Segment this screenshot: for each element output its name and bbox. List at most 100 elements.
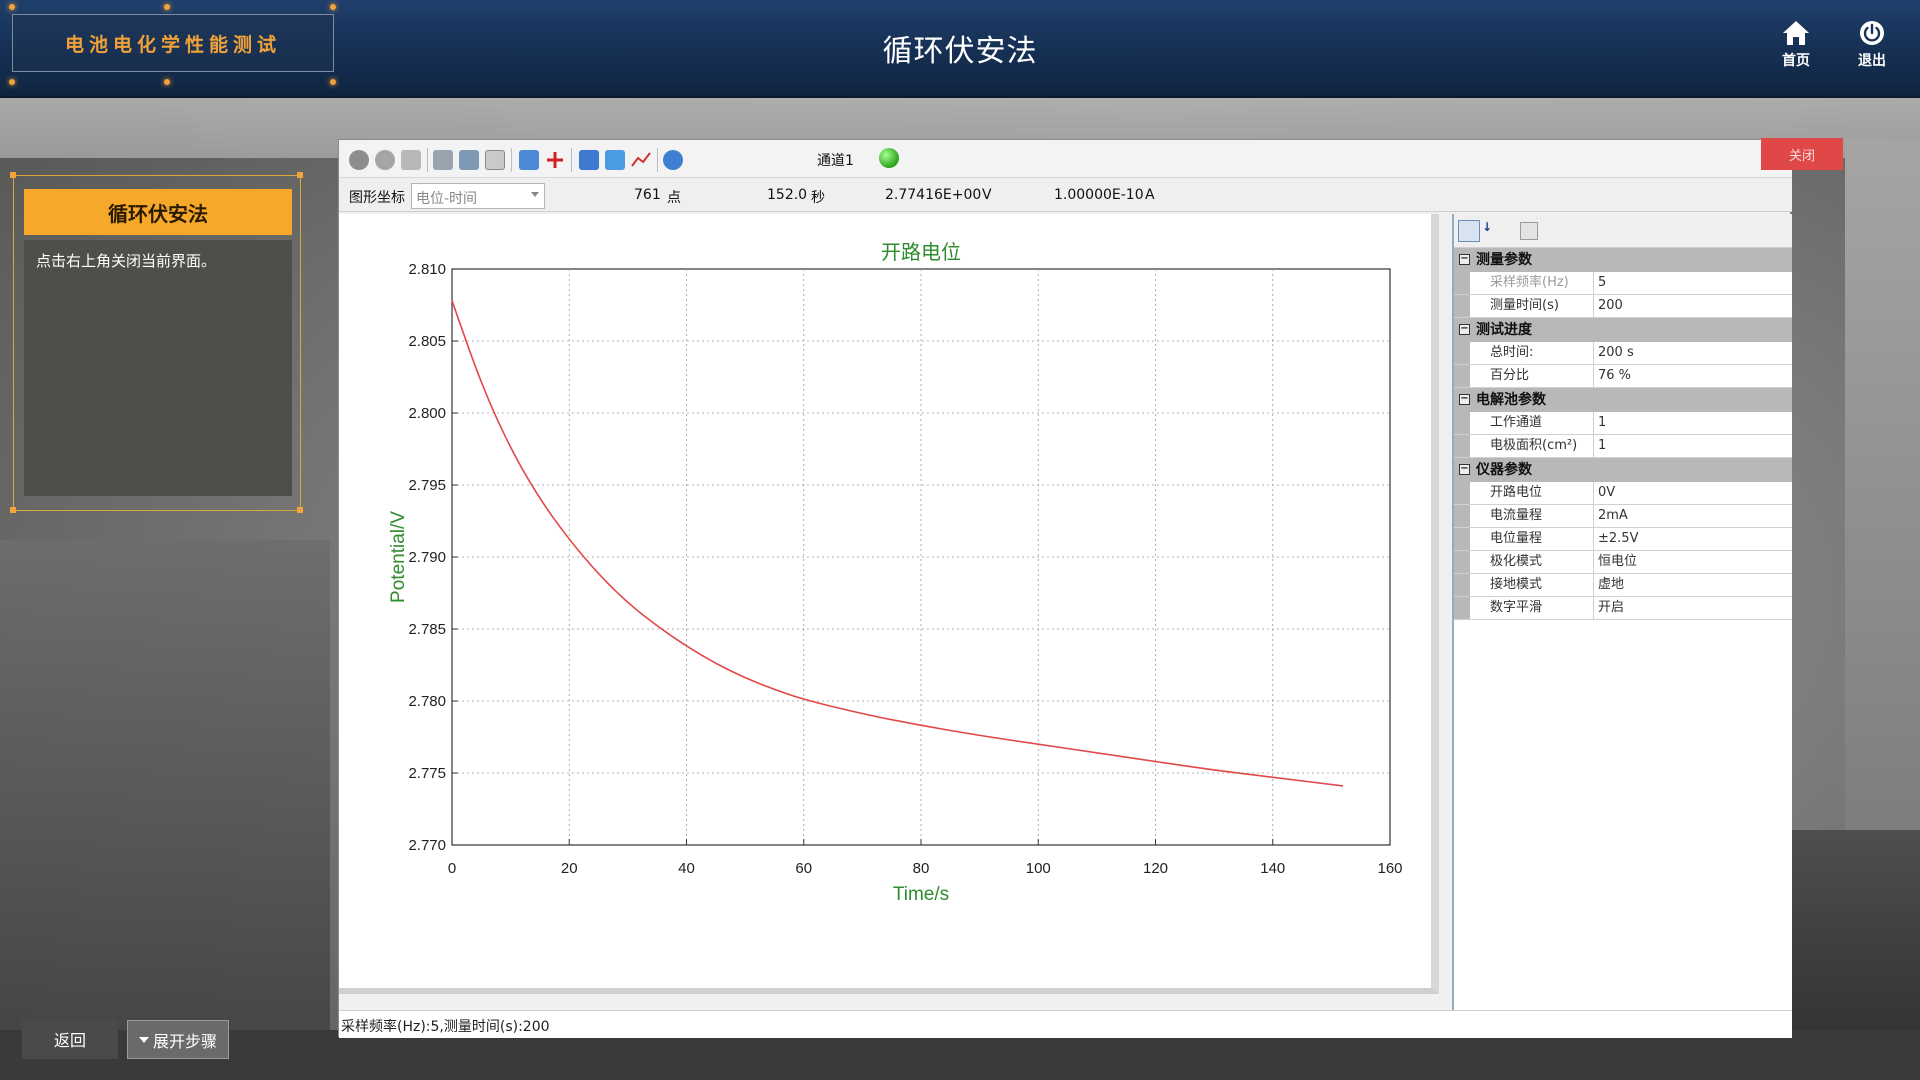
- property-category[interactable]: − 电解池参数: [1454, 388, 1792, 412]
- property-row[interactable]: 接地模式 虚地: [1454, 574, 1792, 597]
- collapse-icon[interactable]: −: [1459, 394, 1470, 405]
- top-header: 电池电化学性能测试 循环伏安法 首页 退出: [0, 0, 1920, 98]
- property-row[interactable]: 百分比 76 %: [1454, 365, 1792, 388]
- voltage-value: 2.77416E+00: [885, 187, 982, 203]
- crosshair-icon[interactable]: [545, 150, 565, 170]
- panel-corner-dot: [10, 507, 16, 513]
- voltage-unit: V: [982, 187, 992, 203]
- property-category[interactable]: − 仪器参数: [1454, 458, 1792, 482]
- property-value[interactable]: 虚地: [1594, 574, 1792, 596]
- property-value[interactable]: 200 s: [1594, 342, 1792, 364]
- home-icon: [1783, 21, 1809, 45]
- grid-icon[interactable]: [579, 150, 599, 170]
- collapse-icon[interactable]: −: [1459, 464, 1470, 475]
- property-key: 工作通道: [1454, 412, 1594, 434]
- panel-corner-dot: [297, 507, 303, 513]
- toolbar-separator: [511, 148, 512, 172]
- property-toolbar: ↓: [1454, 214, 1792, 248]
- property-row[interactable]: 电位量程 ±2.5V: [1454, 528, 1792, 551]
- property-category-label: 测试进度: [1476, 322, 1532, 338]
- property-pages-icon[interactable]: [1520, 222, 1538, 240]
- stop-icon[interactable]: [349, 150, 369, 170]
- property-value[interactable]: 2mA: [1594, 505, 1792, 527]
- property-row[interactable]: 开路电位 0V: [1454, 482, 1792, 505]
- x-tick-label: 60: [795, 860, 812, 877]
- property-row[interactable]: 测量时间(s) 200: [1454, 295, 1792, 318]
- x-tick-label: 40: [678, 860, 695, 877]
- caret-down-icon: [138, 1036, 149, 1043]
- home-button[interactable]: 首页: [1766, 20, 1826, 70]
- property-key: 电极面积(cm²): [1454, 435, 1594, 457]
- property-row[interactable]: 总时间: 200 s: [1454, 342, 1792, 365]
- logo-corner-dot: [164, 4, 170, 10]
- sort-az-icon[interactable]: ↓: [1482, 220, 1502, 242]
- coord-mode-value: 电位-时间: [416, 191, 478, 207]
- chevron-down-icon: [531, 192, 539, 197]
- y-tick-label: 2.805: [408, 333, 446, 350]
- panel-corner-dot: [10, 172, 16, 178]
- electrochem-window: 通道1 关闭 图形坐标 电位-时间 761 点 152.0 秒 2.77416E…: [338, 138, 1843, 1038]
- property-row[interactable]: 数字平滑 开启: [1454, 597, 1792, 620]
- property-row[interactable]: 采样频率(Hz) 5: [1454, 272, 1792, 295]
- line-chart-icon[interactable]: [631, 150, 651, 170]
- collapse-icon[interactable]: −: [1459, 324, 1470, 335]
- close-button[interactable]: 关闭: [1761, 138, 1843, 170]
- chart-title: 开路电位: [881, 240, 961, 264]
- pause-icon[interactable]: [375, 150, 395, 170]
- x-axis-label: Time/s: [893, 884, 949, 905]
- property-value[interactable]: 200: [1594, 295, 1792, 317]
- property-value[interactable]: 开启: [1594, 597, 1792, 619]
- property-category[interactable]: − 测试进度: [1454, 318, 1792, 342]
- y-tick-label: 2.780: [408, 693, 446, 710]
- property-value[interactable]: 恒电位: [1594, 551, 1792, 573]
- property-value[interactable]: 1: [1594, 412, 1792, 434]
- step-panel: 循环伏安法 点击右上角关闭当前界面。: [13, 175, 301, 511]
- toolbar-separator: [571, 148, 572, 172]
- collapse-icon[interactable]: −: [1459, 254, 1470, 265]
- property-key: 开路电位: [1454, 482, 1594, 504]
- x-tick-label: 0: [448, 860, 456, 877]
- property-panel: ↓ − 测量参数 采样频率(Hz) 5 测量时间(s) 200− 测试进度 总时间: 200 s…: [1452, 214, 1792, 1010]
- expand-steps-label: 展开步骤: [152, 1033, 217, 1051]
- help-icon[interactable]: [663, 150, 683, 170]
- property-row[interactable]: 极化模式 恒电位: [1454, 551, 1792, 574]
- property-value[interactable]: ±2.5V: [1594, 528, 1792, 550]
- property-value[interactable]: 1: [1594, 435, 1792, 457]
- panel-corner-dot: [297, 172, 303, 178]
- current-value: 1.00000E-10: [1054, 187, 1144, 203]
- edit-icon[interactable]: [401, 150, 421, 170]
- status-indicator-icon: [879, 148, 899, 168]
- logo-corner-dot: [330, 79, 336, 85]
- property-category-label: 仪器参数: [1476, 462, 1532, 478]
- step-title: 循环伏安法: [24, 189, 292, 235]
- logo-corner-dot: [164, 79, 170, 85]
- categorized-icon[interactable]: [1458, 220, 1480, 242]
- copy-icon[interactable]: [485, 150, 505, 170]
- expand-steps-button[interactable]: 展开步骤: [127, 1020, 229, 1059]
- power-icon: [1860, 21, 1884, 45]
- property-row[interactable]: 电流量程 2mA: [1454, 505, 1792, 528]
- property-category-label: 测量参数: [1476, 252, 1532, 268]
- property-row[interactable]: 工作通道 1: [1454, 412, 1792, 435]
- property-row[interactable]: 电极面积(cm²) 1: [1454, 435, 1792, 458]
- property-category[interactable]: − 测量参数: [1454, 248, 1792, 272]
- print-icon[interactable]: [459, 150, 479, 170]
- property-key: 测量时间(s): [1454, 295, 1594, 317]
- property-value[interactable]: 0V: [1594, 482, 1792, 504]
- logo-text: 电池电化学性能测试: [64, 33, 281, 56]
- y-tick-label: 2.795: [408, 477, 446, 494]
- property-key: 电位量程: [1454, 528, 1594, 550]
- toolbar-separator: [657, 148, 658, 172]
- property-value[interactable]: 76 %: [1594, 365, 1792, 387]
- back-button[interactable]: 返回: [22, 1019, 118, 1059]
- zoom-icon[interactable]: [605, 150, 625, 170]
- y-tick-label: 2.770: [408, 837, 446, 854]
- move-icon[interactable]: [519, 150, 539, 170]
- app-logo: 电池电化学性能测试: [12, 14, 334, 72]
- save-icon[interactable]: [433, 150, 453, 170]
- y-tick-label: 2.785: [408, 621, 446, 638]
- exit-button[interactable]: 退出: [1842, 20, 1902, 70]
- property-key: 数字平滑: [1454, 597, 1594, 619]
- coord-mode-select[interactable]: 电位-时间: [411, 183, 545, 209]
- property-value[interactable]: 5: [1594, 272, 1792, 294]
